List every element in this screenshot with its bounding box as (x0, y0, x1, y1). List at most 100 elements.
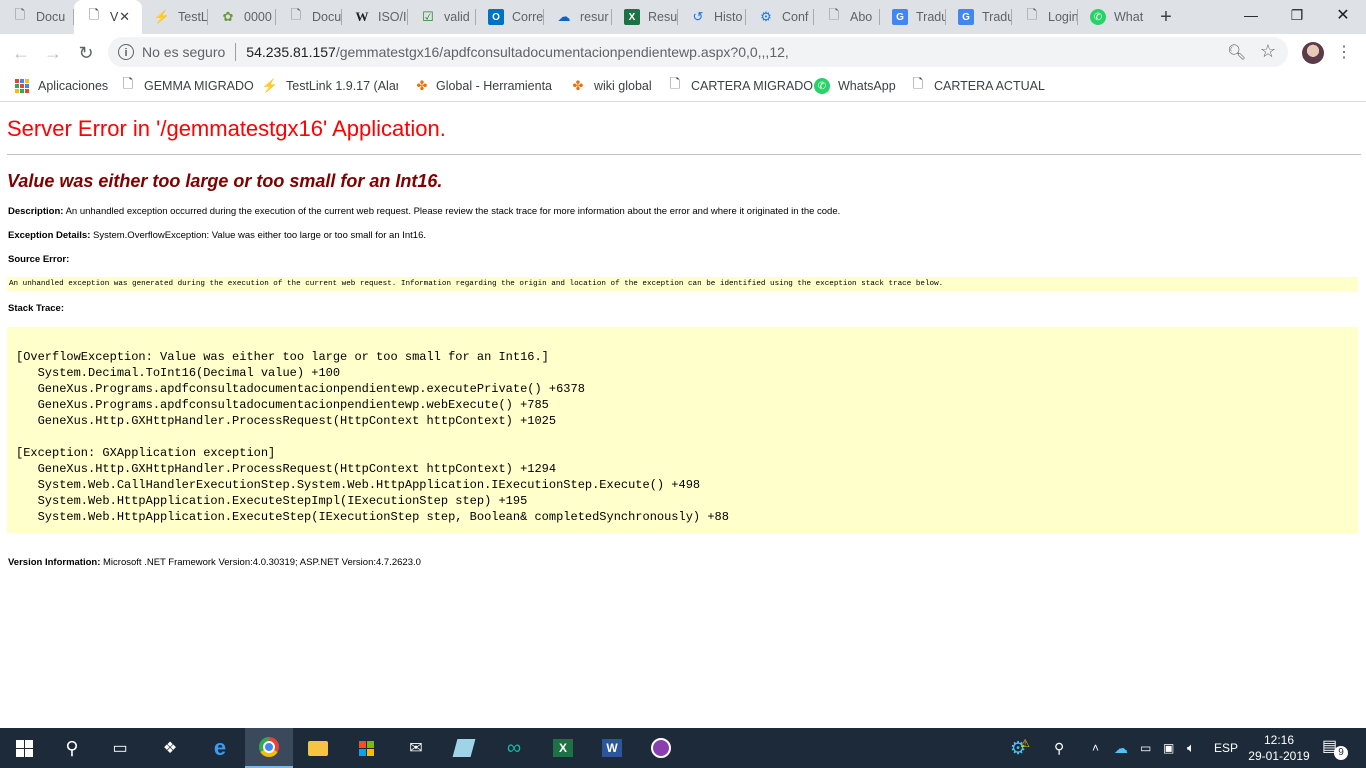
version-info-line: Version Information: Microsoft .NET Fram… (8, 557, 421, 568)
tab-translate-1[interactable]: G Tradu (880, 0, 946, 34)
tray-battery[interactable]: ▭ (1140, 728, 1151, 768)
close-window-button[interactable]: ✕ (1320, 0, 1366, 30)
taskbar-dropbox[interactable]: ❖ (146, 728, 194, 768)
tab-onedrive[interactable]: ☁ resur (544, 0, 612, 34)
tab-whatsapp[interactable]: ✆ What (1078, 0, 1146, 34)
testlink-icon: ⚡ (262, 78, 279, 93)
tray-volume[interactable]: 🔈︎ (1187, 728, 1195, 768)
tab-docu-2[interactable]: 🗋 Docu (276, 0, 342, 34)
tab-settings[interactable]: ⚙ Conf (746, 0, 814, 34)
exception-text: System.OverflowException: Value was eith… (93, 230, 427, 241)
onedrive-icon: ☁ (557, 9, 571, 24)
network-icon: ▣ (1163, 741, 1175, 755)
back-button[interactable]: ← (8, 40, 34, 66)
doc-icon: 🗋 (912, 76, 924, 91)
tab-valid[interactable]: ☑ valid (408, 0, 476, 34)
tray-onedrive[interactable]: ☁ (1114, 728, 1128, 768)
onedrive-icon: ☁ (1114, 739, 1128, 756)
bookmark-whatsapp[interactable]: ✆ WhatsApp (814, 71, 896, 101)
reload-button[interactable]: ↻ (73, 40, 99, 66)
zoom-icon[interactable]: 🔍︎ (1227, 43, 1246, 61)
action-center-button[interactable]: ▤ 9 (1322, 736, 1348, 760)
doc-icon: 🗋 (828, 7, 840, 22)
menu-icon[interactable]: ⋮ (1336, 40, 1352, 66)
bookmark-star-icon[interactable]: ☆ (1260, 41, 1276, 62)
tab-translate-2[interactable]: G Tradu (946, 0, 1012, 34)
windows-logo-icon (15, 739, 33, 757)
maximize-button[interactable]: ❐ (1274, 0, 1320, 30)
task-view-button[interactable]: ▭ (96, 728, 144, 768)
tab-iso[interactable]: W ISO/I (342, 0, 408, 34)
global-icon: ✤ (572, 78, 584, 93)
taskbar-word[interactable]: W (588, 728, 636, 768)
taskbar-arduino[interactable]: ∞ (490, 728, 538, 768)
reload-icon: ↻ (78, 42, 94, 63)
doc-icon: 🗋 (290, 7, 302, 22)
tab-mantis[interactable]: ✿ 0000 (208, 0, 276, 34)
whatsapp-icon: ✆ (814, 78, 830, 94)
tab-history[interactable]: ↺ Histo (678, 0, 746, 34)
tab-outlook[interactable]: O Corre (476, 0, 544, 34)
tray-update[interactable]: ⚙ ⚠ (1010, 728, 1030, 768)
tray-people[interactable]: ⚲ (1054, 728, 1064, 768)
translate-icon: G (958, 9, 974, 25)
bookmark-apps[interactable]: Aplicaciones (14, 71, 108, 101)
taskbar-edge[interactable]: e (196, 728, 244, 768)
taskbar-excel[interactable]: X (539, 728, 587, 768)
taskbar-file-explorer[interactable] (294, 728, 342, 768)
new-tab-button[interactable]: + (1155, 6, 1177, 28)
minimize-button[interactable]: — (1228, 0, 1274, 30)
taskbar-app-purple[interactable] (637, 728, 685, 768)
tray-expand[interactable]: ˄ (1092, 728, 1099, 768)
bookmark-cartera-migrado[interactable]: 🗋 CARTERA MIGRADO (667, 71, 813, 101)
start-button[interactable] (0, 728, 48, 768)
source-error-heading: Source Error: (8, 254, 70, 265)
bookmark-gemma-migrado[interactable]: 🗋 GEMMA MIGRADO (120, 71, 254, 101)
bookmark-global-herramienta[interactable]: ✤ Global - Herramienta (416, 71, 552, 101)
bookmark-testlink[interactable]: ⚡ TestLink 1.9.17 (Alan (262, 71, 398, 101)
volume-icon: 🔈︎ (1187, 740, 1195, 755)
exception-details-line: Exception Details: System.OverflowExcept… (8, 230, 427, 241)
error-message: Value was either too large or too small … (7, 171, 443, 191)
tab-excel[interactable]: X Resu (612, 0, 678, 34)
arrow-right-icon: → (44, 42, 62, 63)
description-text: An unhandled exception occurred during t… (65, 206, 841, 217)
app-icon (452, 739, 476, 757)
arrow-left-icon: ← (12, 42, 30, 63)
url-host: 54.235.81.157 (246, 44, 336, 60)
page-title: Server Error in '/gemmatestgx16' Applica… (7, 116, 446, 141)
chrome-icon (259, 737, 279, 757)
search-button[interactable]: ⚲ (48, 728, 96, 768)
tray-network[interactable]: ▣ (1163, 728, 1174, 768)
taskbar-mail[interactable]: ✉ (392, 728, 440, 768)
bookmark-wiki-global[interactable]: ✤ wiki global (570, 71, 652, 101)
bookmark-cartera-actual[interactable]: 🗋 CARTERA ACTUAL (910, 71, 1045, 101)
translate-icon: G (892, 9, 908, 25)
tab-active[interactable]: 🗋 V ✕ (74, 0, 142, 34)
info-icon[interactable]: i (118, 44, 134, 60)
clock[interactable]: 12:16 29-01-2019 (1242, 732, 1316, 764)
forward-button[interactable]: → (40, 40, 66, 66)
taskbar-chrome[interactable] (245, 728, 293, 768)
apps-icon (14, 78, 30, 94)
taskbar-app[interactable] (440, 728, 488, 768)
close-tab-icon[interactable]: ✕ (119, 9, 130, 25)
profile-avatar[interactable] (1302, 42, 1324, 64)
browser-toolbar: ← → ↻ i No es seguro 54.235.81.157/gemma… (0, 34, 1366, 71)
tab-login[interactable]: 🗋 Login (1012, 0, 1078, 34)
arduino-icon: ∞ (506, 736, 522, 759)
tray-language[interactable]: ESP (1214, 728, 1238, 768)
tab-docu-1[interactable]: 🗋 Docu (0, 0, 74, 34)
taskbar-store[interactable] (342, 728, 390, 768)
tab-about[interactable]: 🗋 Abo (814, 0, 880, 34)
stack-trace-heading: Stack Trace: (8, 303, 64, 314)
address-bar[interactable]: i No es seguro 54.235.81.157/gemmatestgx… (108, 37, 1288, 67)
testlink-icon: ⚡ (153, 9, 171, 24)
bug-icon: ✿ (222, 9, 234, 24)
tab-testlink[interactable]: ⚡ TestL (142, 0, 208, 34)
dropbox-icon: ❖ (162, 740, 178, 757)
edge-icon: e (213, 735, 227, 760)
stack-trace-box: [OverflowException: Value was either too… (7, 327, 1358, 533)
task-view-icon: ▭ (112, 740, 128, 757)
security-status: No es seguro (142, 44, 226, 60)
